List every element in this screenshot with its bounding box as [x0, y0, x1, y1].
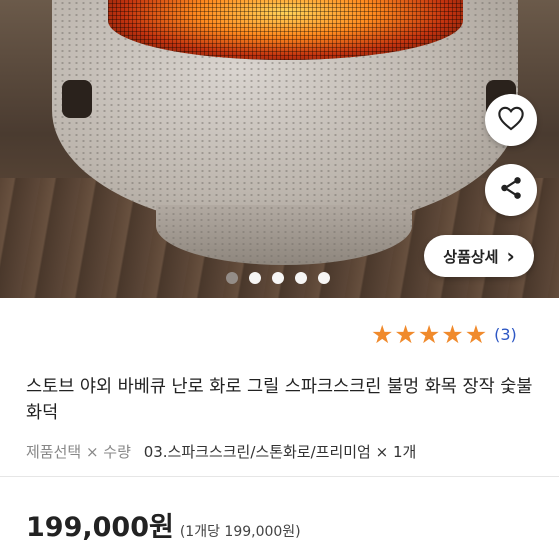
- chevron-right-icon: ›: [506, 244, 515, 268]
- pagination-dot[interactable]: [295, 272, 307, 284]
- pagination-dot[interactable]: [249, 272, 261, 284]
- options-label: 제품선택 × 수량: [26, 443, 131, 461]
- product-title: 스토브 야외 바베큐 난로 화로 그릴 스파크스크린 불멍 화목 장작 숯불 화…: [26, 377, 533, 423]
- divider: [0, 476, 559, 477]
- product-detail-button[interactable]: 상품상세 ›: [424, 235, 534, 277]
- selected-options: 제품선택 × 수량 03.스파크스크린/스톤화로/프리미엄 × 1개: [26, 441, 416, 462]
- star-icon: ★: [417, 320, 441, 349]
- share-icon: [498, 175, 524, 205]
- pagination-dot[interactable]: [272, 272, 284, 284]
- image-pagination: [226, 272, 330, 284]
- star-icon: ★: [441, 320, 464, 349]
- pagination-dot[interactable]: [226, 272, 238, 284]
- star-icon: ★: [464, 320, 488, 349]
- heart-icon: [497, 105, 525, 135]
- product-price: 199,000원: [26, 512, 174, 543]
- detail-button-label: 상품상세: [443, 247, 499, 266]
- product-rating[interactable]: ★ ★ ★ ★ ★ (3): [371, 322, 517, 347]
- fire-pit-handle-left: [62, 80, 92, 118]
- star-icon: ★: [394, 320, 417, 349]
- unit-price: (1개당 199,000원): [179, 524, 301, 540]
- pagination-dot[interactable]: [318, 272, 330, 284]
- star-icon: ★: [371, 320, 394, 349]
- price-row: 199,000원 (1개당 199,000원): [26, 505, 301, 544]
- wishlist-button[interactable]: [485, 94, 537, 146]
- review-count-link[interactable]: (3): [494, 325, 517, 344]
- share-button[interactable]: [485, 164, 537, 216]
- options-value: 03.스파크스크린/스톤화로/프리미엄 × 1개: [143, 443, 417, 461]
